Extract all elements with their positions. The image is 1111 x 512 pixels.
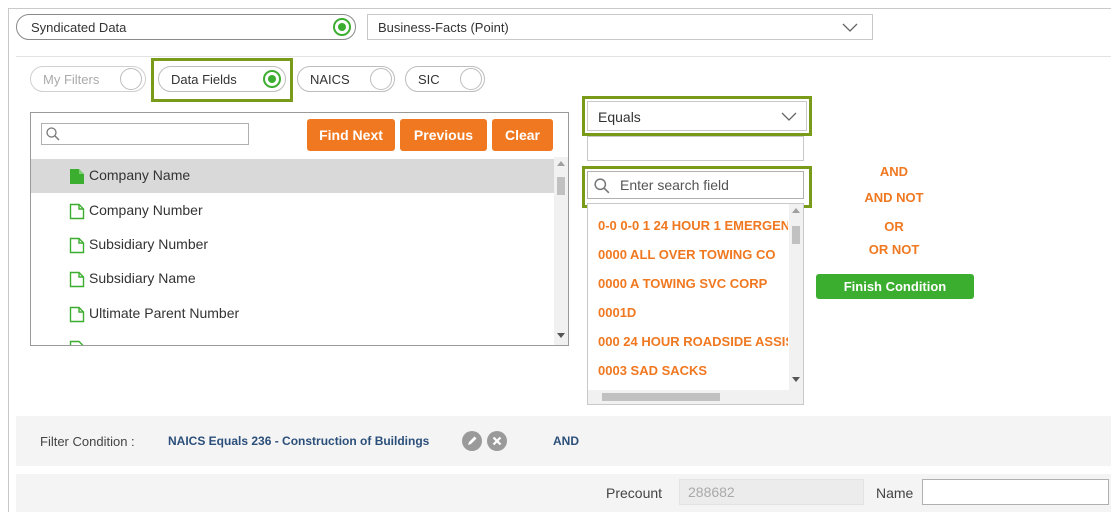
my-filters-radio-icon[interactable] xyxy=(120,68,142,90)
value-list: 0-0 0-0 1 24 HOUR 1 EMERGENCY 0000 ALL O… xyxy=(587,203,804,405)
clear-button[interactable]: Clear xyxy=(492,119,553,151)
tree-row-label: Subsidiary Name xyxy=(89,270,196,286)
search-icon xyxy=(46,127,60,141)
scroll-thumb[interactable] xyxy=(557,177,565,195)
precount-label: Precount xyxy=(606,485,663,501)
tab-my-filters-label: My Filters xyxy=(43,72,100,87)
tree-row[interactable]: Subsidiary Number xyxy=(31,228,554,262)
document-icon xyxy=(70,169,84,184)
logic-and-not[interactable]: AND NOT xyxy=(854,190,934,205)
tree-row[interactable]: Ultimate Parent Number xyxy=(31,297,554,331)
tab-my-filters[interactable]: My Filters xyxy=(30,66,146,92)
name-label: Name xyxy=(876,485,914,501)
previous-button[interactable]: Previous xyxy=(400,119,487,151)
list-item[interactable]: 0-0 0-0 1 24 HOUR 1 EMERGENCY xyxy=(598,218,788,244)
scroll-thumb[interactable] xyxy=(792,226,800,244)
value-search-input[interactable] xyxy=(618,176,798,194)
search-icon xyxy=(594,178,610,194)
dataset-label: Business-Facts (Point) xyxy=(378,20,509,35)
scroll-down-icon[interactable] xyxy=(792,377,800,382)
logic-or[interactable]: OR xyxy=(854,219,934,234)
document-icon xyxy=(69,340,84,345)
field-search-box[interactable] xyxy=(41,123,249,145)
field-search-input[interactable] xyxy=(66,125,246,143)
document-icon xyxy=(69,306,85,323)
tab-naics[interactable]: NAICS xyxy=(297,66,395,92)
scroll-up-icon[interactable] xyxy=(792,208,800,213)
tree-row[interactable] xyxy=(31,331,554,345)
document-icon xyxy=(69,237,85,254)
chevron-down-icon xyxy=(842,23,858,32)
edit-icon[interactable] xyxy=(462,431,482,451)
list-item[interactable]: 0001D xyxy=(598,305,788,331)
source-label: Syndicated Data xyxy=(31,20,127,35)
tree-row[interactable]: Company Number xyxy=(31,194,554,228)
precount-value: 288682 xyxy=(679,479,864,505)
source-selector[interactable]: Syndicated Data xyxy=(16,14,356,40)
filter-condition-connector: AND xyxy=(553,434,579,448)
tab-sic-label: SIC xyxy=(418,72,440,87)
list-item[interactable]: 0003 SAD SACKS xyxy=(598,363,788,389)
operator-dropdown[interactable]: Equals xyxy=(587,101,807,131)
filter-condition-text[interactable]: NAICS Equals 236 - Construction of Build… xyxy=(168,434,429,448)
logic-or-not[interactable]: OR NOT xyxy=(854,242,934,257)
tab-data-fields-label: Data Fields xyxy=(171,72,237,87)
remove-icon[interactable] xyxy=(487,431,507,451)
name-input[interactable] xyxy=(922,479,1109,505)
data-fields-radio-icon[interactable] xyxy=(263,70,281,88)
value-list-hscrollbar[interactable] xyxy=(588,390,803,404)
sic-radio-icon[interactable] xyxy=(460,68,482,90)
tab-data-fields[interactable]: Data Fields xyxy=(158,66,286,92)
filter-condition-label: Filter Condition : xyxy=(40,434,135,449)
finish-condition-button[interactable]: Finish Condition xyxy=(816,274,974,299)
tree-row-label: Subsidiary Number xyxy=(89,236,209,252)
tree-row[interactable]: Company Name xyxy=(31,159,554,193)
chevron-down-icon xyxy=(781,112,797,121)
tree-toolbar: Find Next Previous Clear xyxy=(31,113,568,157)
tree-scrollbar[interactable] xyxy=(554,157,568,345)
tree-row[interactable]: Subsidiary Name xyxy=(31,262,554,296)
operator-value: Equals xyxy=(598,109,641,125)
value-list-scrollbar[interactable] xyxy=(789,204,803,390)
document-icon xyxy=(69,203,85,220)
logic-and[interactable]: AND xyxy=(854,164,934,179)
scroll-down-icon[interactable] xyxy=(557,333,565,338)
dataset-dropdown[interactable]: Business-Facts (Point) xyxy=(367,14,873,40)
tab-naics-label: NAICS xyxy=(310,72,350,87)
footer-bar: Precount 288682 Name xyxy=(16,474,1111,512)
list-item[interactable]: 0000 A TOWING SVC CORP xyxy=(598,276,788,302)
tree-row-label: Company Name xyxy=(89,167,191,183)
filter-condition-bar: Filter Condition : NAICS Equals 236 - Co… xyxy=(16,416,1111,466)
tree-row-label: Ultimate Parent Number xyxy=(89,305,240,321)
field-tree: Find Next Previous Clear Company Name Co… xyxy=(30,112,569,346)
list-item[interactable]: 000 24 HOUR ROADSIDE ASSISTANCE xyxy=(598,334,788,360)
list-item[interactable]: 0000 ALL OVER TOWING CO xyxy=(598,247,788,273)
tree-row-label: Company Number xyxy=(89,202,203,218)
value-search-box[interactable] xyxy=(587,171,804,199)
hscroll-thumb[interactable] xyxy=(602,393,720,401)
operator-value-box[interactable] xyxy=(587,136,804,161)
document-icon xyxy=(69,271,85,288)
find-next-button[interactable]: Find Next xyxy=(307,119,395,151)
tab-sic[interactable]: SIC xyxy=(405,66,485,92)
source-radio-icon[interactable] xyxy=(333,18,351,36)
scroll-up-icon[interactable] xyxy=(557,161,565,166)
naics-radio-icon[interactable] xyxy=(370,68,392,90)
